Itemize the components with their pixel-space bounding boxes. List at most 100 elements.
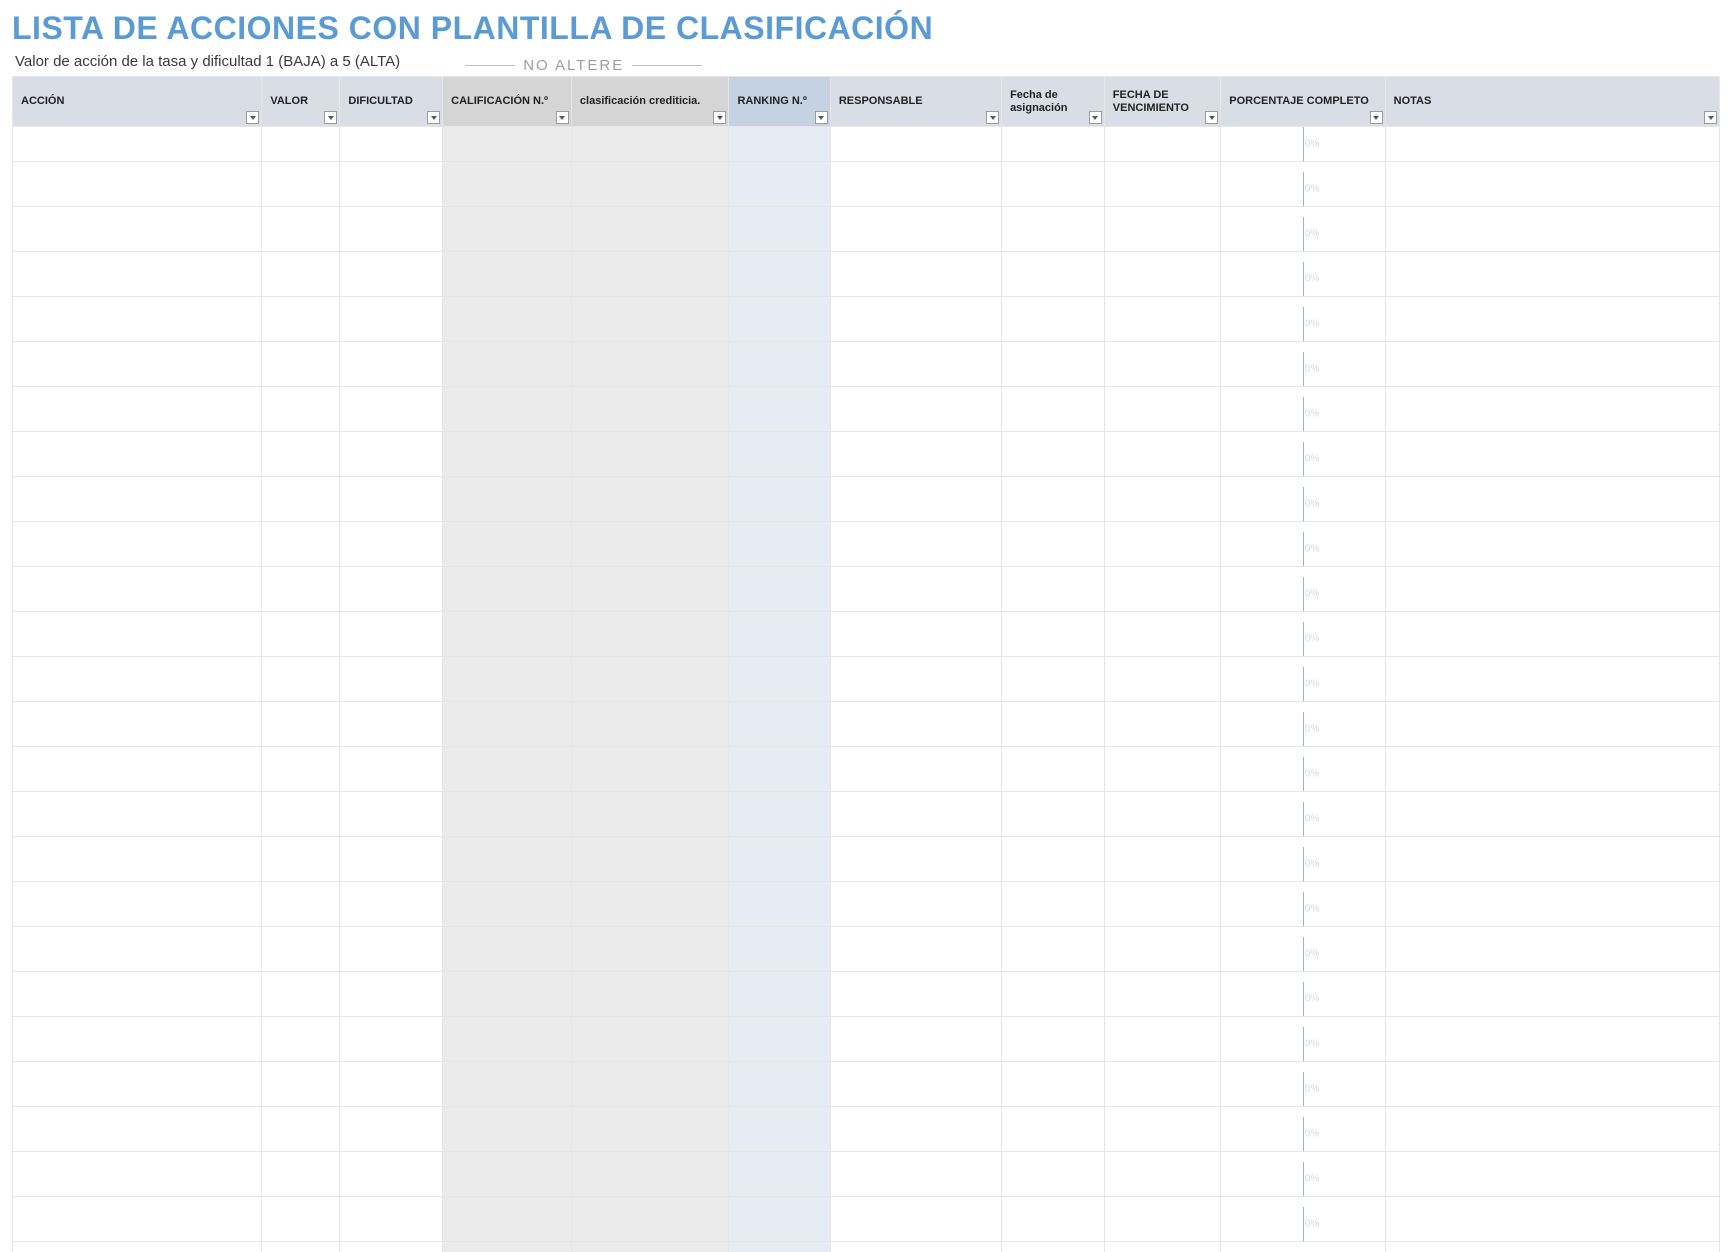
table-cell[interactable] <box>830 352 1001 387</box>
table-cell[interactable] <box>1104 487 1220 522</box>
col-header-crediticia[interactable]: clasificación crediticia. <box>571 77 729 127</box>
filter-dropdown-icon[interactable] <box>1370 111 1383 124</box>
table-cell[interactable] <box>729 307 830 342</box>
table-cell[interactable] <box>262 937 340 972</box>
table-cell[interactable] <box>13 1207 262 1242</box>
percent-cell[interactable]: 0% <box>1221 667 1385 702</box>
table-cell[interactable] <box>1002 442 1105 477</box>
table-row[interactable]: 0% <box>13 397 1720 432</box>
table-cell[interactable] <box>443 757 572 792</box>
table-cell[interactable] <box>729 532 830 567</box>
table-cell[interactable] <box>443 307 572 342</box>
table-cell[interactable] <box>1104 217 1220 252</box>
table-cell[interactable] <box>571 262 729 297</box>
table-cell[interactable] <box>830 532 1001 567</box>
percent-cell[interactable]: 0% <box>1221 847 1385 882</box>
table-row[interactable]: 0% <box>13 757 1720 792</box>
table-cell[interactable] <box>1002 937 1105 972</box>
table-cell[interactable] <box>1104 667 1220 702</box>
percent-cell[interactable]: 0% <box>1221 1207 1385 1242</box>
table-cell[interactable] <box>571 937 729 972</box>
table-cell[interactable] <box>1385 622 1719 657</box>
table-cell[interactable] <box>729 937 830 972</box>
table-cell[interactable] <box>340 532 443 567</box>
filter-dropdown-icon[interactable] <box>713 111 726 124</box>
table-cell[interactable] <box>830 217 1001 252</box>
table-cell[interactable] <box>340 1072 443 1107</box>
table-cell[interactable] <box>340 622 443 657</box>
filter-dropdown-icon[interactable] <box>1205 111 1218 124</box>
table-row[interactable]: 0% <box>13 1027 1720 1062</box>
table-cell[interactable] <box>1002 577 1105 612</box>
table-cell[interactable] <box>729 1072 830 1107</box>
table-cell[interactable] <box>1104 397 1220 432</box>
table-cell[interactable] <box>262 532 340 567</box>
table-cell[interactable] <box>340 442 443 477</box>
table-cell[interactable] <box>1002 622 1105 657</box>
table-cell[interactable] <box>1104 1162 1220 1197</box>
table-cell[interactable] <box>830 892 1001 927</box>
table-row[interactable]: 0% <box>13 262 1720 297</box>
table-cell[interactable] <box>262 1117 340 1152</box>
table-cell[interactable] <box>13 1162 262 1197</box>
percent-cell[interactable]: 0% <box>1221 172 1385 207</box>
table-cell[interactable] <box>571 892 729 927</box>
table-cell[interactable] <box>262 847 340 882</box>
table-cell[interactable] <box>443 982 572 1017</box>
table-cell[interactable] <box>443 712 572 747</box>
table-cell[interactable] <box>1385 667 1719 702</box>
col-header-fecha-asignacion[interactable]: Fecha de asignación <box>1002 77 1105 127</box>
table-cell[interactable] <box>571 757 729 792</box>
table-cell[interactable] <box>262 487 340 522</box>
table-cell[interactable] <box>1385 802 1719 837</box>
table-cell[interactable] <box>262 982 340 1017</box>
table-cell[interactable] <box>1385 532 1719 567</box>
table-cell[interactable] <box>1002 307 1105 342</box>
table-cell[interactable] <box>340 847 443 882</box>
table-cell[interactable] <box>340 1207 443 1242</box>
percent-cell[interactable]: 0% <box>1221 937 1385 972</box>
table-cell[interactable] <box>13 982 262 1017</box>
table-cell[interactable] <box>830 442 1001 477</box>
table-row[interactable]: 0% <box>13 172 1720 207</box>
table-cell[interactable] <box>830 712 1001 747</box>
table-cell[interactable] <box>262 757 340 792</box>
table-cell[interactable] <box>1385 442 1719 477</box>
table-cell[interactable] <box>443 847 572 882</box>
table-cell[interactable] <box>13 262 262 297</box>
table-cell[interactable] <box>13 712 262 747</box>
table-cell[interactable] <box>13 217 262 252</box>
table-cell[interactable] <box>729 352 830 387</box>
filter-dropdown-icon[interactable] <box>1089 111 1102 124</box>
table-cell[interactable] <box>830 622 1001 657</box>
table-cell[interactable] <box>729 892 830 927</box>
table-cell[interactable] <box>443 1162 572 1197</box>
col-header-valor[interactable]: VALOR <box>262 77 340 127</box>
table-cell[interactable] <box>1385 937 1719 972</box>
table-cell[interactable] <box>830 487 1001 522</box>
table-cell[interactable] <box>830 1117 1001 1152</box>
table-cell[interactable] <box>1385 577 1719 612</box>
table-row[interactable]: 0% <box>13 1162 1720 1197</box>
table-cell[interactable] <box>13 352 262 387</box>
table-cell[interactable] <box>571 982 729 1017</box>
table-cell[interactable] <box>443 937 572 972</box>
table-cell[interactable] <box>729 1117 830 1152</box>
table-cell[interactable] <box>1104 937 1220 972</box>
table-cell[interactable] <box>1104 892 1220 927</box>
table-cell[interactable] <box>1385 712 1719 747</box>
table-cell[interactable] <box>262 667 340 702</box>
table-cell[interactable] <box>729 622 830 657</box>
table-cell[interactable] <box>1002 352 1105 387</box>
table-cell[interactable] <box>13 577 262 612</box>
percent-cell[interactable]: 0% <box>1221 352 1385 387</box>
table-cell[interactable] <box>340 172 443 207</box>
table-cell[interactable] <box>262 217 340 252</box>
percent-cell[interactable]: 0% <box>1221 397 1385 432</box>
table-cell[interactable] <box>1385 982 1719 1017</box>
table-row[interactable]: 0% <box>13 217 1720 252</box>
table-cell[interactable] <box>340 982 443 1017</box>
table-row[interactable]: 0% <box>13 1072 1720 1107</box>
table-cell[interactable] <box>443 892 572 927</box>
table-cell[interactable] <box>1104 622 1220 657</box>
